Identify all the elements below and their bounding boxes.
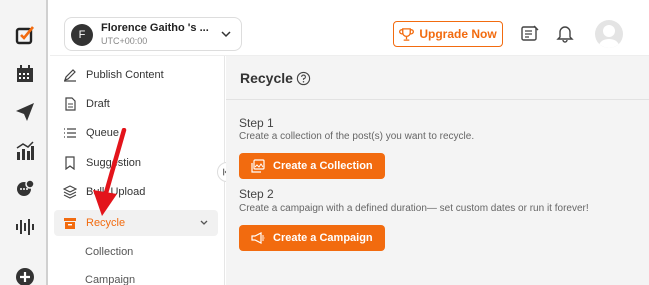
list-icon [62, 125, 78, 141]
step2-title: Step 2 [239, 187, 274, 201]
sidebar-subitem-campaign[interactable]: Campaign [85, 274, 135, 285]
chevron-down-icon [200, 220, 208, 225]
create-collection-label: Create a Collection [273, 160, 373, 172]
sidebar-item-publish-content[interactable]: Publish Content [54, 62, 218, 88]
sidebar-item-bulk-upload[interactable]: Bulk Upload [54, 179, 218, 205]
sidebar-item-queue[interactable]: Queue [54, 120, 218, 146]
sidebar-item-label: Publish Content [86, 69, 164, 81]
account-timezone: UTC+00:00 [101, 36, 148, 46]
main-content: Recycle Step 1 Create a collection of th… [226, 56, 649, 285]
upgrade-button[interactable]: Upgrade Now [393, 21, 503, 47]
calendar-icon[interactable] [14, 63, 36, 85]
chat-icon[interactable] [14, 178, 36, 200]
top-header: F Florence Gaitho 's ... UTC+00:00 Upgra… [50, 0, 649, 56]
account-switcher[interactable]: F Florence Gaitho 's ... UTC+00:00 [64, 17, 242, 51]
sidebar-item-recycle[interactable]: Recycle [54, 210, 218, 236]
sidebar-item-draft[interactable]: Draft [54, 91, 218, 117]
content-sidebar: Publish Content Draft Queue Suggestion B… [50, 56, 225, 285]
chevron-down-icon [221, 31, 231, 38]
app-logo-icon[interactable] [14, 24, 36, 46]
sidebar-item-suggestion[interactable]: Suggestion [54, 150, 218, 176]
compose-icon[interactable] [520, 23, 540, 43]
recycle-box-icon [62, 215, 78, 231]
sidebar-item-label: Bulk Upload [86, 186, 146, 198]
account-avatar: F [71, 24, 93, 46]
user-silhouette-icon [599, 25, 619, 48]
page-title: Recycle [240, 70, 293, 86]
step1-description: Create a collection of the post(s) you w… [239, 131, 475, 142]
page-header: Recycle [226, 56, 649, 100]
upgrade-label: Upgrade Now [419, 27, 497, 41]
sidebar-item-label: Recycle [86, 217, 126, 229]
create-campaign-button[interactable]: Create a Campaign [239, 225, 385, 251]
sidebar-item-label: Queue [86, 127, 120, 139]
bookmark-icon [62, 155, 78, 171]
step1-title: Step 1 [239, 116, 274, 130]
trophy-icon [399, 27, 415, 41]
help-icon[interactable] [296, 71, 311, 86]
gallery-icon [251, 159, 265, 173]
sidebar-item-label: Draft [86, 98, 110, 110]
send-icon[interactable] [14, 101, 36, 123]
analytics-icon[interactable] [14, 140, 36, 162]
create-campaign-label: Create a Campaign [273, 232, 373, 244]
create-collection-button[interactable]: Create a Collection [239, 153, 385, 179]
megaphone-icon [251, 232, 265, 244]
layers-icon [62, 184, 78, 200]
step2-description: Create a campaign with a defined duratio… [239, 203, 589, 214]
account-name: Florence Gaitho 's ... [101, 22, 209, 34]
add-icon[interactable] [14, 266, 36, 285]
bell-icon[interactable] [555, 23, 575, 43]
pen-icon [62, 67, 78, 83]
document-icon [62, 96, 78, 112]
sidebar-item-label: Suggestion [86, 157, 142, 169]
audio-wave-icon[interactable] [14, 216, 36, 238]
app-rail [0, 0, 48, 285]
sidebar-subitem-collection[interactable]: Collection [85, 246, 133, 258]
user-avatar[interactable] [595, 20, 623, 48]
